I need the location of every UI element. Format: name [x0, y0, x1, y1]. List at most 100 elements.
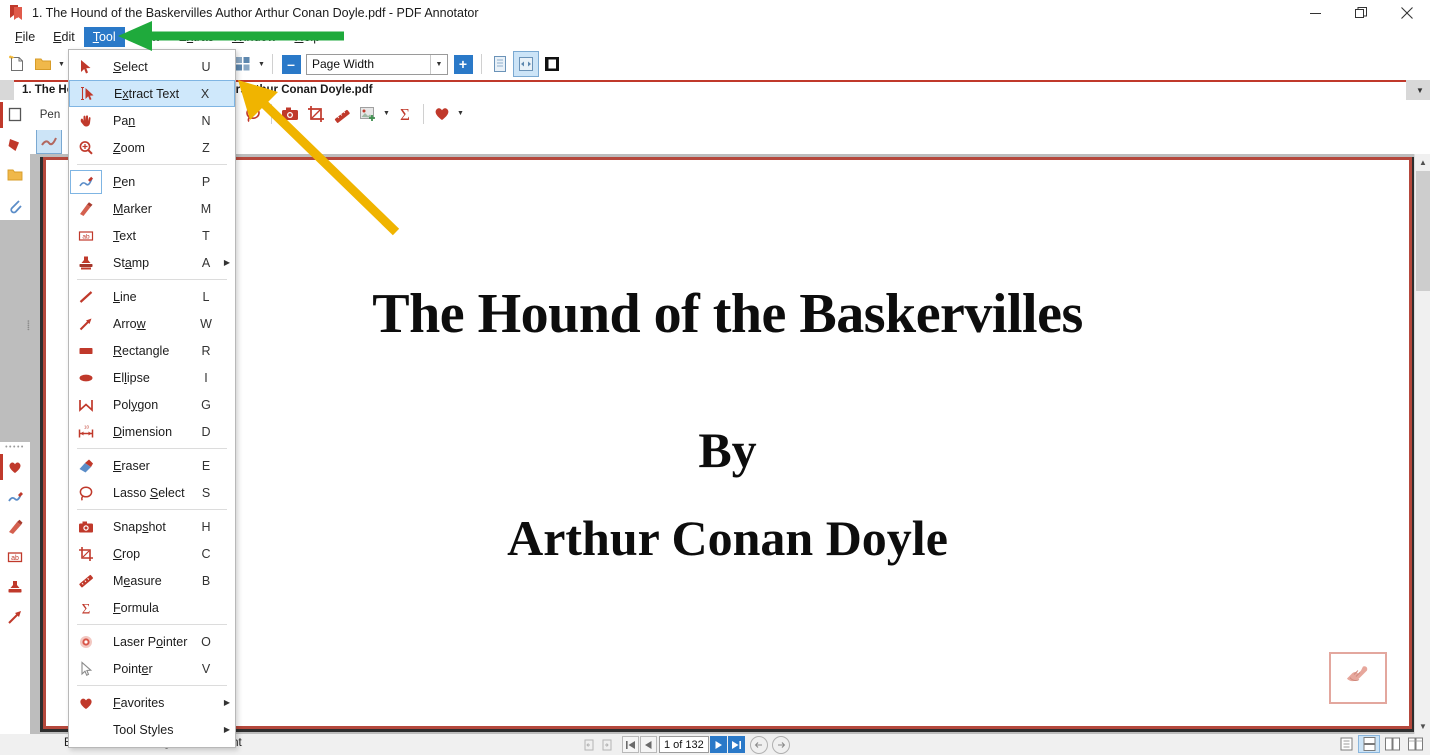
- favorites-caret[interactable]: ▼: [455, 101, 466, 127]
- menu-item-pan[interactable]: Pan N: [69, 107, 235, 134]
- tab-close-icon[interactable]: ✖: [240, 82, 251, 98]
- zoom-out-button[interactable]: –: [278, 51, 304, 77]
- menu-help[interactable]: Help: [285, 27, 329, 47]
- page-manager-caret[interactable]: ▼: [256, 51, 267, 77]
- open-document-button[interactable]: [30, 51, 56, 77]
- open-dropdown-caret[interactable]: ▼: [56, 51, 67, 77]
- lasso-tool-button[interactable]: [240, 101, 266, 127]
- stamp-image-tool-button[interactable]: [355, 101, 381, 127]
- page-number-field[interactable]: 1 of 132: [659, 736, 709, 753]
- menu-item-text[interactable]: ab Text T: [69, 222, 235, 249]
- previous-view-button[interactable]: [580, 736, 597, 753]
- snapshot-tool-button[interactable]: [277, 101, 303, 127]
- menu-item-line[interactable]: Line L: [69, 283, 235, 310]
- two-page-view-button[interactable]: [1381, 735, 1403, 753]
- navigate-back-button[interactable]: [749, 735, 768, 754]
- document-canvas: The Hound of the Baskervilles By Arthur …: [30, 154, 1430, 734]
- first-page-button[interactable]: [622, 736, 639, 753]
- page-annotation-box[interactable]: [1329, 652, 1387, 704]
- sidebar-item-folder-panel[interactable]: [0, 160, 30, 190]
- sidebar-item-text-panel[interactable]: ab: [0, 542, 30, 572]
- menu-item-marker[interactable]: Marker M: [69, 195, 235, 222]
- menu-item-rectangle[interactable]: Rectangle R: [69, 337, 235, 364]
- menu-tool[interactable]: Tool: [83, 27, 125, 47]
- sidebar-item-attachment-panel[interactable]: [0, 190, 30, 220]
- toolbar-separator-4: [272, 54, 273, 74]
- sidebar-item-pen-panel[interactable]: [0, 482, 30, 512]
- two-page-scroll-view-button[interactable]: [1404, 735, 1426, 753]
- eraser-icon: [71, 455, 101, 477]
- menu-window[interactable]: Window: [223, 27, 285, 47]
- menu-item-tool-styles[interactable]: Tool Styles ▶: [69, 716, 235, 743]
- scroll-up-button[interactable]: ▲: [1415, 154, 1430, 170]
- menu-extras[interactable]: Extras: [170, 27, 223, 47]
- menu-item-measure-key: B: [201, 573, 211, 588]
- menu-item-dimension[interactable]: 10 Dimension D: [69, 418, 235, 445]
- panel-grip[interactable]: •••••: [24, 320, 30, 331]
- menu-file[interactable]: FFileile: [6, 27, 44, 47]
- menu-item-extract-text[interactable]: Extract Text X: [69, 80, 235, 107]
- menu-item-crop[interactable]: Crop C: [69, 540, 235, 567]
- previous-page-button[interactable]: [640, 736, 657, 753]
- menu-item-stamp[interactable]: Stamp A ▶: [69, 249, 235, 276]
- row1-separator-3: [423, 103, 424, 124]
- menu-item-favorites[interactable]: Favorites ▶: [69, 689, 235, 716]
- menu-item-pointer[interactable]: Pointer V: [69, 655, 235, 682]
- svg-text:ab: ab: [11, 555, 19, 562]
- fit-width-button[interactable]: [513, 51, 539, 77]
- sidebar-item-marker-panel[interactable]: [0, 512, 30, 542]
- arrow-icon: [71, 313, 101, 335]
- vertical-scrollbar[interactable]: ▲ ▼: [1414, 154, 1430, 734]
- tab-overflow-icon[interactable]: ▼: [1412, 82, 1428, 98]
- crop-tool-button[interactable]: [303, 101, 329, 127]
- menu-item-ellipse[interactable]: Ellipse I: [69, 364, 235, 391]
- menu-item-zoom[interactable]: Zoom Z: [69, 134, 235, 161]
- stamp-image-caret[interactable]: ▼: [381, 101, 392, 127]
- sidebar-item-arrow-panel[interactable]: [0, 602, 30, 632]
- navigate-forward-button[interactable]: [771, 735, 790, 754]
- chevron-down-icon[interactable]: ▼: [430, 54, 447, 74]
- maximize-restore-button[interactable]: [1338, 0, 1384, 26]
- fit-page-button[interactable]: [487, 51, 513, 77]
- menu-item-measure[interactable]: Measure B: [69, 567, 235, 594]
- menu-item-laser-pointer[interactable]: Laser Pointer O: [69, 628, 235, 655]
- next-view-button[interactable]: [598, 736, 615, 753]
- sidebar-item-page-panel[interactable]: [0, 100, 30, 130]
- scroll-down-button[interactable]: ▼: [1415, 718, 1430, 734]
- sidebar-item-bookmark-panel[interactable]: [0, 130, 30, 160]
- sidebar-item-favorites-panel[interactable]: [0, 452, 30, 482]
- formula-tool-button[interactable]: Σ: [392, 101, 418, 127]
- menu-separator-6: [77, 685, 227, 686]
- minimize-button[interactable]: [1292, 0, 1338, 26]
- new-document-button[interactable]: [4, 51, 30, 77]
- pdf-page-title: The Hound of the Baskervilles: [372, 283, 1083, 345]
- zoom-input[interactable]: [307, 56, 430, 72]
- pdf-page[interactable]: The Hound of the Baskervilles By Arthur …: [43, 157, 1412, 729]
- menu-edit[interactable]: Edit: [44, 27, 84, 47]
- menu-item-snapshot[interactable]: Snapshot H: [69, 513, 235, 540]
- menu-item-arrow[interactable]: Arrow W: [69, 310, 235, 337]
- continuous-page-view-button[interactable]: [1358, 735, 1380, 753]
- pen-tool-button[interactable]: [36, 127, 62, 154]
- menu-item-eraser[interactable]: Eraser E: [69, 452, 235, 479]
- menu-view[interactable]: View: [125, 27, 170, 47]
- last-page-button[interactable]: [727, 736, 745, 753]
- menu-item-lasso-select[interactable]: Lasso Select S: [69, 479, 235, 506]
- zoom-level-combo[interactable]: ▼: [306, 53, 448, 75]
- full-page-button[interactable]: [539, 51, 565, 77]
- measure-tool-button[interactable]: [329, 101, 355, 127]
- menu-item-polygon[interactable]: Polygon G: [69, 391, 235, 418]
- sidebar-item-stamp-panel[interactable]: [0, 572, 30, 602]
- single-page-view-button[interactable]: [1335, 735, 1357, 753]
- menu-item-formula[interactable]: Σ Formula: [69, 594, 235, 621]
- zoom-in-button[interactable]: +: [450, 51, 476, 77]
- menu-item-select[interactable]: Select U: [69, 53, 235, 80]
- rectangle-icon: [71, 340, 101, 362]
- left-strip-divider-grip[interactable]: •••••: [0, 442, 30, 452]
- next-page-button[interactable]: [709, 736, 727, 753]
- close-button[interactable]: [1384, 0, 1430, 26]
- scrollbar-thumb[interactable]: [1416, 171, 1430, 291]
- menu-item-pen[interactable]: Pen P: [69, 168, 235, 195]
- ruler-icon: [71, 570, 101, 592]
- favorites-tool-button[interactable]: [429, 101, 455, 127]
